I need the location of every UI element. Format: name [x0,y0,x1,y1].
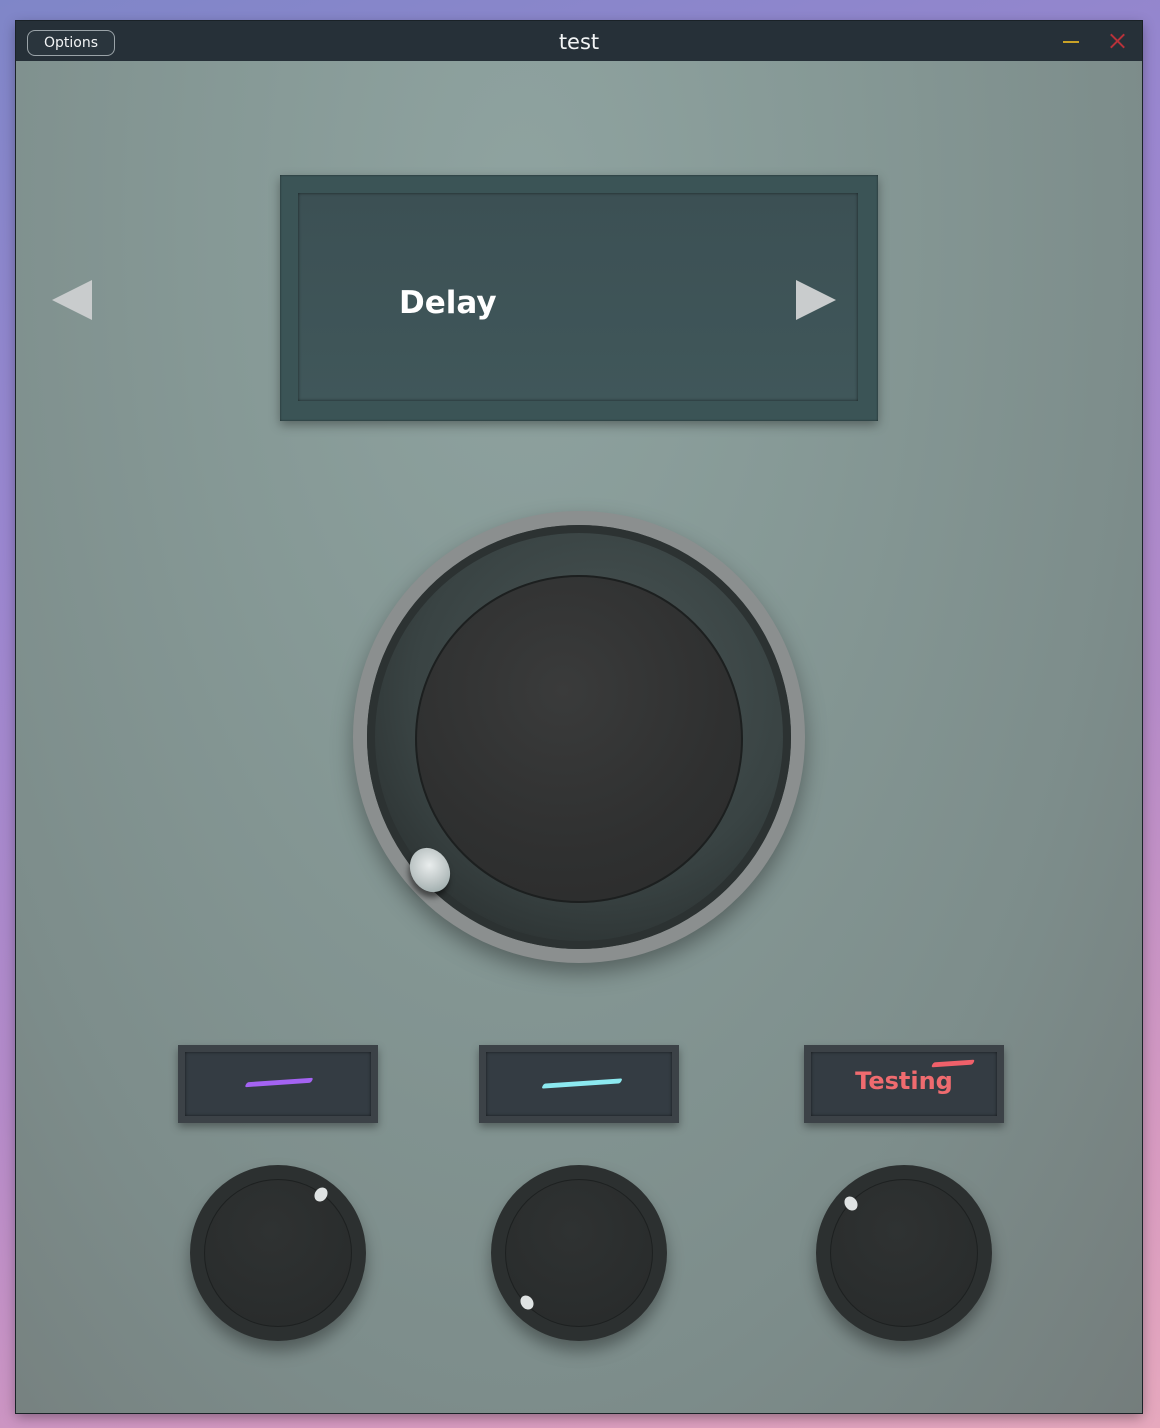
minimize-icon[interactable] [1054,27,1088,55]
knob-3[interactable] [816,1165,992,1341]
preset-name: Delay [399,285,497,321]
main-knob-ring [367,525,791,949]
mini-display-screen [185,1052,371,1116]
knob-face [204,1179,352,1327]
mini-display-2 [479,1045,679,1123]
close-icon[interactable] [1100,27,1134,55]
main-knob-cap [415,575,743,903]
window-title: test [558,30,600,54]
main-knob[interactable] [353,511,805,963]
mini-display-label: Testing [855,1067,953,1095]
preset-display [280,175,878,421]
knob-2[interactable] [491,1165,667,1341]
options-button[interactable]: Options [27,30,115,56]
mini-display-1 [178,1045,378,1123]
main-knob-indicator [402,840,458,900]
mini-display-stroke [541,1078,623,1089]
mini-display-screen [486,1052,672,1116]
plugin-window: Options test Delay Testing [16,21,1142,1413]
mini-display-3: Testing [804,1045,1004,1123]
arrow-right-icon[interactable] [796,280,836,320]
title-bar: Options test [16,21,1142,61]
plugin-panel: Delay Testing [16,61,1142,1413]
mini-display-stroke [244,1077,314,1088]
arrow-left-icon[interactable] [52,280,92,320]
preset-display-screen [298,193,858,401]
knob-1[interactable] [190,1165,366,1341]
